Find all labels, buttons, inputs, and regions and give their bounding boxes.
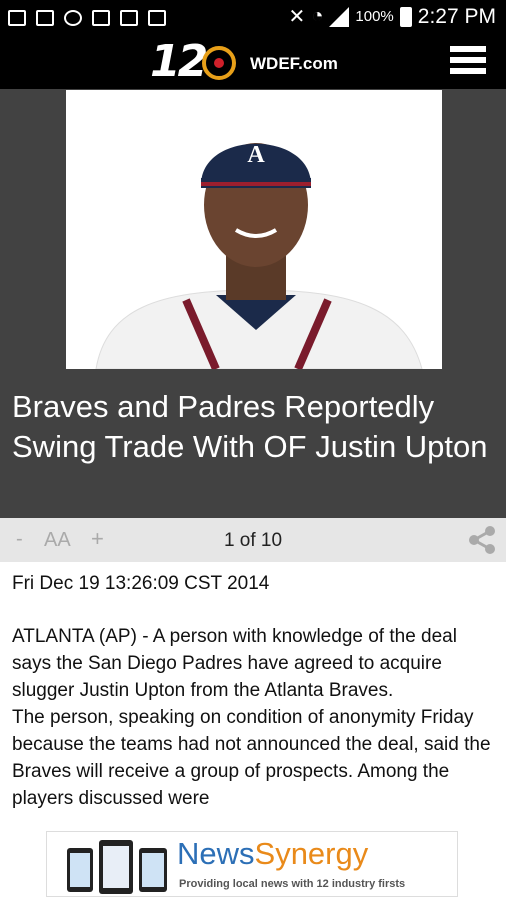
ad-banner[interactable]: NewsSynergy Providing local news with 12… <box>46 831 458 897</box>
notification-icon <box>8 10 26 26</box>
article-body: ATLANTA (AP) - A person with knowledge o… <box>12 626 491 809</box>
page-indicator: 1 of 10 <box>223 530 283 551</box>
wifi-icon: ◔ <box>311 5 324 27</box>
system-status: ✕ ◔ 100% 2:27 PM <box>289 4 496 29</box>
station-logo[interactable]: 12 WDEF.com <box>150 36 350 88</box>
hamburger-icon-bar <box>450 68 486 74</box>
ad-tagline: Providing local news with 12 industry fi… <box>179 878 406 890</box>
ad-brand-synergy: Synergy <box>254 836 369 871</box>
mail-icon <box>36 10 54 26</box>
ad-brand-news: News <box>177 836 255 871</box>
logo-site-name: WDEF.com <box>250 54 338 73</box>
battery-icon <box>399 6 412 27</box>
article-headline: Braves and Padres Reportedly Swing Trade… <box>12 389 488 464</box>
hamburger-icon-bar <box>450 57 486 63</box>
menu-button[interactable] <box>450 46 486 78</box>
article-content: Fri Dec 19 13:26:09 CST 2014 ATLANTA (AP… <box>12 571 496 849</box>
logo-number: 12 <box>150 36 208 87</box>
player-photo-illustration: A <box>66 90 442 369</box>
mute-icon: ✕ <box>288 6 306 28</box>
app-header: 12 WDEF.com <box>0 36 506 89</box>
app-icon <box>148 10 166 26</box>
warning-icon <box>120 10 138 26</box>
battery-percent: 100% <box>355 8 394 25</box>
logo-dot-icon <box>214 58 224 68</box>
article-toolbar: - AA + 1 of 10 <box>0 518 506 562</box>
image-icon <box>92 10 110 26</box>
svg-text:A: A <box>247 142 265 168</box>
article-photo: A <box>66 90 442 369</box>
usb-icon <box>64 10 82 26</box>
phones-icon <box>67 840 167 894</box>
share-icon[interactable] <box>466 524 498 556</box>
ad-brand: NewsSynergy <box>177 836 368 872</box>
article-date: Fri Dec 19 13:26:09 CST 2014 <box>12 573 270 594</box>
signal-icon <box>329 6 350 27</box>
notification-icons <box>8 8 166 28</box>
hamburger-icon-bar <box>450 46 486 52</box>
clock: 2:27 PM <box>417 4 496 28</box>
status-bar: ✕ ◔ 100% 2:27 PM <box>0 0 506 36</box>
article-hero: A Braves and Padres Reportedly Swing Tra… <box>0 89 506 518</box>
